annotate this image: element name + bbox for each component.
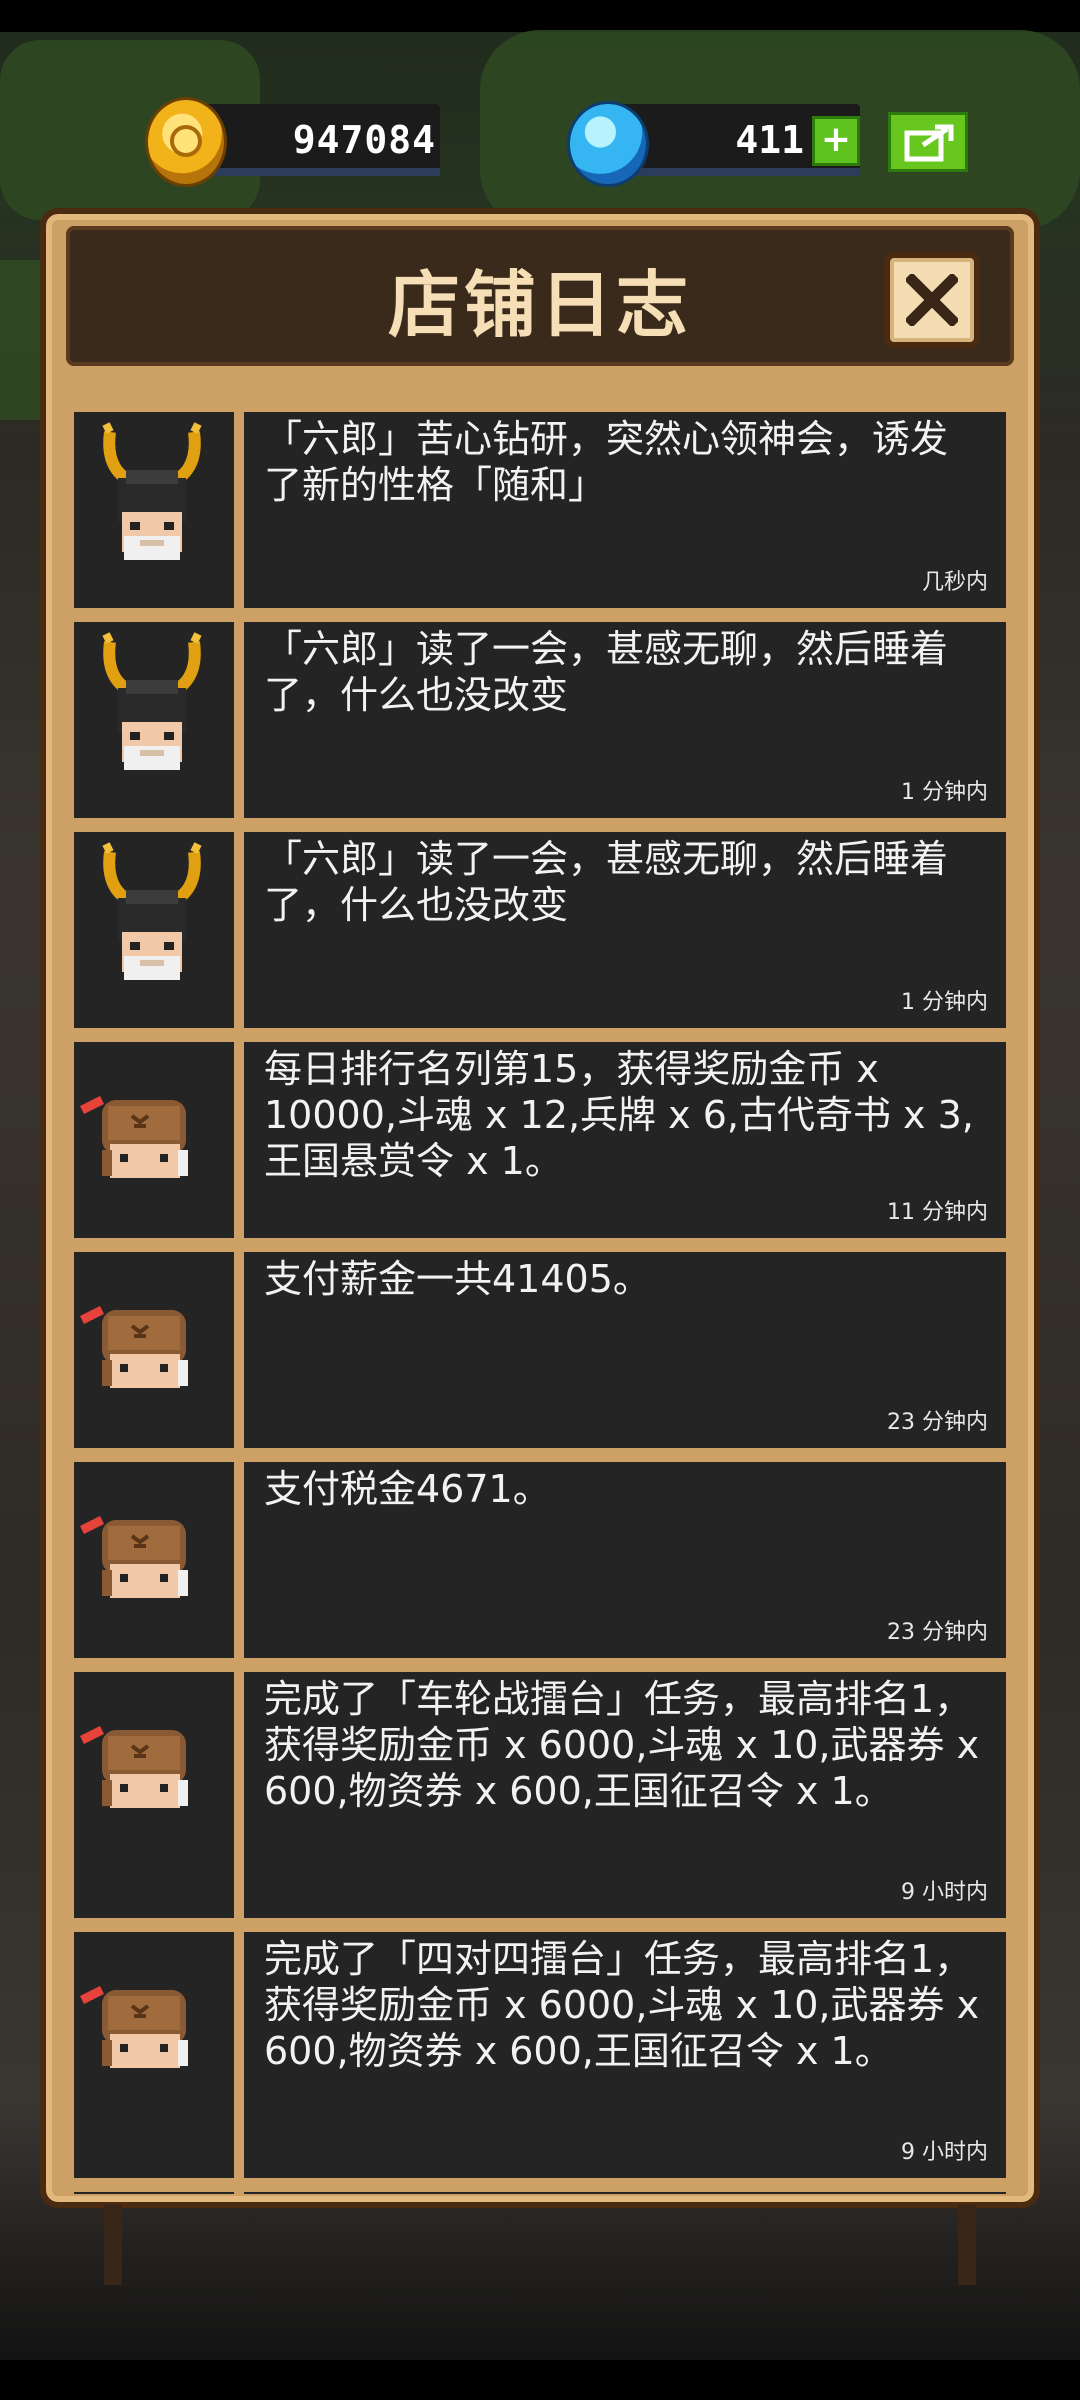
log-entry: 23 分钟内 支付薪金一共41405。 bbox=[74, 1252, 1006, 1448]
blue-gem-icon bbox=[570, 104, 646, 184]
navigation-bar bbox=[0, 2360, 1080, 2400]
log-timestamp: 9 小时内 bbox=[901, 2140, 988, 2165]
log-timestamp: 11 分钟内 bbox=[887, 1200, 988, 1225]
coin-amount: 947084 bbox=[292, 118, 436, 162]
add-gems-button[interactable]: + bbox=[812, 116, 860, 166]
status-bar bbox=[0, 0, 1080, 32]
panel-leg bbox=[958, 2205, 976, 2285]
horned-helmet-hero-icon bbox=[96, 842, 208, 996]
log-avatar-frame bbox=[74, 2192, 234, 2194]
log-entry: 9 小时内 完成了「车轮战擂台」任务，最高排名1，获得奖励金币 x 6000,斗魂… bbox=[74, 1672, 1006, 1918]
log-avatar-frame bbox=[74, 1462, 234, 1658]
horned-helmet-hero-icon bbox=[96, 632, 208, 786]
log-message: 支付税金4671。 bbox=[264, 1467, 551, 1511]
log-message: 完成了「四对四擂台」任务，最高排名1，获得奖励金币 x 6000,斗魂 x 10… bbox=[264, 1937, 980, 2073]
log-timestamp: 1 分钟内 bbox=[901, 990, 988, 1015]
log-avatar-frame bbox=[74, 412, 234, 608]
log-entry-partial: 完成了「三对三擂台」任务，最高排名 bbox=[74, 2192, 1006, 2194]
panel-title: 店铺日志 bbox=[387, 263, 692, 347]
log-message-box bbox=[244, 2192, 1006, 2194]
log-message: 「六郎」苦心钻研，突然心领神会，诱发了新的性格「随和」 bbox=[264, 417, 949, 507]
log-avatar-frame bbox=[74, 1672, 234, 1918]
log-avatar-frame bbox=[74, 622, 234, 818]
bear-hood-hero-icon bbox=[74, 1060, 206, 1214]
log-avatar-frame bbox=[74, 832, 234, 1028]
log-timestamp: 9 小时内 bbox=[901, 1880, 988, 1905]
log-timestamp: 1 分钟内 bbox=[901, 780, 988, 805]
log-avatar-frame bbox=[74, 1042, 234, 1238]
bear-hood-hero-icon bbox=[74, 1950, 206, 2104]
log-avatar-frame bbox=[74, 1932, 234, 2178]
background-foliage bbox=[0, 260, 40, 420]
coin-emblem-icon bbox=[170, 125, 202, 157]
log-entry: 1 分钟内 「六郎」读了一会，甚感无聊，然后睡着了，什么也没改变 bbox=[74, 622, 1006, 818]
log-entry: 11 分钟内 每日排行名列第15，获得奖励金币 x 10000,斗魂 x 12,兵… bbox=[74, 1042, 1006, 1238]
bear-hood-hero-icon bbox=[74, 1690, 206, 1844]
log-avatar-frame bbox=[74, 1252, 234, 1448]
bear-hood-hero-icon bbox=[74, 1480, 206, 1634]
gem-amount: 411 bbox=[735, 118, 804, 162]
horned-helmet-hero-icon bbox=[96, 422, 208, 576]
log-entry: 9 小时内 完成了「四对四擂台」任务，最高排名1，获得奖励金币 x 6000,斗魂… bbox=[74, 1932, 1006, 2178]
log-timestamp: 23 分钟内 bbox=[887, 1620, 988, 1645]
log-entry: 几秒内 「六郎」苦心钻研，突然心领神会，诱发了新的性格「随和」 bbox=[74, 412, 1006, 608]
log-entry: 1 分钟内 「六郎」读了一会，甚感无聊，然后睡着了，什么也没改变 bbox=[74, 832, 1006, 1028]
log-message: 支付薪金一共41405。 bbox=[264, 1257, 651, 1301]
log-message: 完成了「车轮战擂台」任务，最高排名1，获得奖励金币 x 6000,斗魂 x 10… bbox=[264, 1677, 980, 1813]
log-message: 「六郎」读了一会，甚感无聊，然后睡着了，什么也没改变 bbox=[264, 627, 949, 717]
panel-leg bbox=[104, 2205, 122, 2285]
share-button[interactable] bbox=[888, 112, 968, 172]
close-button[interactable] bbox=[884, 252, 980, 348]
bear-hood-hero-icon bbox=[74, 1270, 206, 1424]
log-timestamp: 几秒内 bbox=[921, 570, 988, 595]
log-timestamp: 23 分钟内 bbox=[887, 1410, 988, 1435]
log-list[interactable]: 几秒内 「六郎」苦心钻研，突然心领神会，诱发了新的性格「随和」 1 分钟内 「六郎」… bbox=[74, 412, 1006, 2194]
log-entry: 23 分钟内 支付税金4671。 bbox=[74, 1462, 1006, 1658]
log-message: 「六郎」读了一会，甚感无聊，然后睡着了，什么也没改变 bbox=[264, 837, 949, 927]
close-icon bbox=[906, 274, 958, 326]
share-icon bbox=[904, 124, 954, 162]
log-message: 每日排行名列第15，获得奖励金币 x 10000,斗魂 x 12,兵牌 x 6,… bbox=[264, 1047, 974, 1183]
